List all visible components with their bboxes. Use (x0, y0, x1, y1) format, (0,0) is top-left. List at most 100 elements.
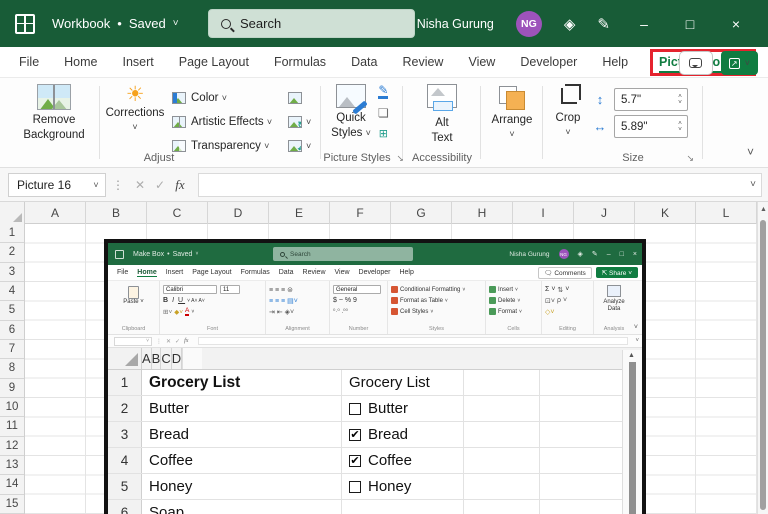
collapse-ribbon-icon[interactable]: ˅ (747, 145, 754, 159)
user-name[interactable]: Nisha Gurung (417, 17, 494, 31)
ribbon-tab-bar: File Home Insert Page Layout Formulas Data Rev… (0, 47, 768, 78)
pic-group-analysis: Analyze Data Analysis (594, 281, 634, 334)
picture-icon (172, 140, 186, 152)
row-header[interactable]: 5 (0, 301, 24, 321)
pic-grid-row: 6 Soap (108, 500, 642, 514)
ribbon-tab[interactable]: Developer (520, 55, 577, 69)
picture-effects-icon[interactable]: ❏ (378, 106, 389, 120)
ribbon: Remove Background ☀ Corrections ˅ Color ˅… (0, 78, 768, 168)
row-header[interactable]: 4 (0, 282, 24, 302)
formula-input[interactable]: ˅ (198, 172, 762, 197)
width-input[interactable]: 5.89" ˄ ˅ (614, 115, 688, 138)
row-header[interactable]: 11 (0, 417, 24, 437)
pic-title-bar: Make Box • Saved ˅ Search Nisha Gurung N… (108, 243, 642, 265)
arrange-button[interactable]: Arrange ˅ (490, 84, 534, 140)
ribbon-tab[interactable]: Insert (123, 55, 154, 69)
ribbon-tab[interactable]: Review (402, 55, 443, 69)
pic-share-button: ⇱ Share ˅ (595, 267, 638, 278)
column-header[interactable]: F (330, 202, 391, 224)
embedded-picture[interactable]: Make Box • Saved ˅ Search Nisha Gurung N… (104, 239, 646, 514)
adjust-icon-button[interactable]: ˅ (288, 86, 311, 110)
diamond-icon[interactable]: ◈ (564, 15, 576, 33)
column-header[interactable]: A (25, 202, 86, 224)
row-header[interactable]: 3 (0, 263, 24, 282)
column-header[interactable]: E (269, 202, 330, 224)
column-header[interactable]: L (696, 202, 757, 224)
crop-button[interactable]: Crop ˅ (548, 84, 588, 138)
workbook-title[interactable]: Workbook • Saved ˅ (52, 16, 179, 31)
quick-styles-button[interactable]: Quick Styles ˅ (328, 84, 374, 141)
minimize-button[interactable]: – (632, 16, 656, 32)
column-header[interactable]: B (86, 202, 147, 224)
column-header[interactable]: I (513, 202, 574, 224)
remove-background-button[interactable]: Remove Background (14, 84, 94, 143)
row-header[interactable]: 10 (0, 398, 24, 418)
alt-text-button[interactable]: Alt Text (420, 84, 464, 146)
row-header[interactable]: 8 (0, 359, 24, 379)
row-header[interactable]: 7 (0, 340, 24, 360)
drag-handle-icon[interactable]: ⋮ (112, 178, 124, 192)
ribbon-tab[interactable]: Data (351, 55, 377, 69)
column-header[interactable]: K (635, 202, 696, 224)
chevron-down-icon: ˅ (264, 141, 270, 151)
select-all-button[interactable] (0, 202, 25, 224)
column-header[interactable]: C (147, 202, 208, 224)
height-stepper[interactable]: ˄ ˅ (673, 93, 687, 106)
cancel-icon[interactable]: ✕ (130, 178, 150, 192)
chevron-down-icon: ˅ (565, 127, 571, 137)
column-header[interactable]: J (574, 202, 635, 224)
adjust-icon-button[interactable]: ↻ ˅ (288, 110, 311, 134)
close-button[interactable]: × (724, 16, 748, 32)
chevron-down-icon: ˅ (306, 141, 312, 151)
row-header[interactable]: 1 (0, 224, 24, 244)
pic-cell-icon (489, 286, 496, 293)
row-header[interactable]: 6 (0, 321, 24, 340)
row-header[interactable]: 2 (0, 243, 24, 263)
column-header[interactable]: H (452, 202, 513, 224)
column-header[interactable]: D (208, 202, 269, 224)
share-button[interactable]: ↗ ˅ (720, 51, 758, 75)
ribbon-tab[interactable]: Page Layout (179, 55, 249, 69)
corrections-button[interactable]: ☀ Corrections ˅ (103, 84, 167, 133)
chevron-down-icon: ˅ (744, 58, 750, 68)
ribbon-group-adjust: Remove Background ☀ Corrections ˅ Color ˅… (0, 78, 321, 167)
column-header[interactable]: G (391, 202, 452, 224)
picture-layout-icon[interactable]: ⊞ (379, 127, 388, 140)
adjust-menu-button[interactable]: Artistic Effects ˅ (172, 110, 298, 134)
expand-formula-bar-icon[interactable]: ˅ (750, 179, 756, 190)
picture-border-icon[interactable]: ✎ (378, 84, 389, 99)
row-header[interactable]: 9 (0, 379, 24, 398)
pic-group-alignment: ≡ ≡ ≡ ⊜ ≡ ≡ ≡ ▤˅ ⇥ ⇤ ◈˅ Alignment (266, 281, 330, 334)
row-header[interactable]: 13 (0, 456, 24, 476)
crop-icon (556, 84, 581, 108)
pic-grid: ABCD 1 Grocery List Grocery List 2 Butte… (108, 348, 642, 514)
ribbon-tab[interactable]: View (468, 55, 495, 69)
enter-icon[interactable]: ✓ (150, 178, 170, 192)
scroll-up-icon[interactable]: ▲ (760, 206, 767, 213)
title-bar: Workbook • Saved ˅ Search Nisha Gurung N… (0, 0, 768, 47)
excel-logo-icon[interactable] (15, 13, 35, 34)
adjust-menu-button[interactable]: Color ˅ (172, 86, 298, 110)
maximize-button[interactable]: □ (678, 16, 702, 32)
row-header[interactable]: 14 (0, 475, 24, 495)
height-input[interactable]: 5.7" ˄ ˅ (614, 88, 688, 111)
width-stepper[interactable]: ˄ ˅ (673, 120, 687, 133)
ribbon-tab[interactable]: File (19, 55, 39, 69)
ribbon-tab[interactable]: Formulas (274, 55, 326, 69)
name-box[interactable]: Picture 16 ˅ (8, 172, 106, 197)
ribbon-tab[interactable]: Help (602, 55, 628, 69)
comment-icon (689, 58, 703, 68)
comments-button[interactable] (678, 51, 713, 75)
avatar[interactable]: NG (515, 10, 542, 37)
vertical-scrollbar[interactable]: ▲ (757, 202, 768, 514)
pic-row-header: 5 (108, 474, 142, 499)
search-input[interactable]: Search (208, 9, 415, 38)
ribbon-tab[interactable]: Home (64, 55, 97, 69)
pen-icon[interactable]: ✎ (597, 15, 610, 33)
chevron-down-icon: ˅ (172, 18, 179, 29)
row-header[interactable]: 15 (0, 495, 24, 514)
insert-function-icon[interactable]: fx (170, 177, 190, 193)
scrollbar-thumb[interactable] (760, 220, 766, 510)
row-header[interactable]: 12 (0, 437, 24, 456)
dialog-launcher-icon[interactable]: ↘ (686, 153, 694, 164)
